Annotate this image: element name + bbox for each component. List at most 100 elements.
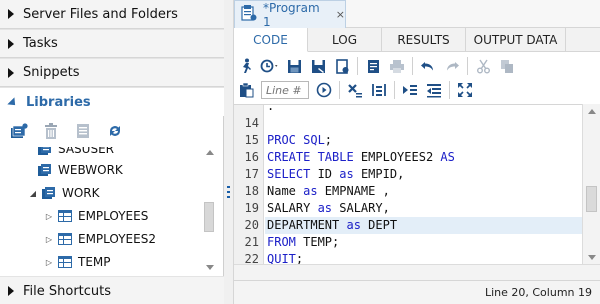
cursor-position: Line 20, Column 19 bbox=[484, 286, 592, 299]
line-number: 16 bbox=[244, 150, 259, 164]
code-line[interactable]: SALARY as SALARY, bbox=[265, 200, 582, 217]
tasks-section-header[interactable]: Tasks bbox=[0, 29, 224, 58]
paste-icon[interactable] bbox=[234, 79, 258, 101]
line-number bbox=[234, 105, 263, 115]
save-as-icon[interactable] bbox=[306, 55, 330, 77]
code-line[interactable]: SELECT ID as EMPID, bbox=[265, 166, 582, 183]
file-shortcuts-label: File Shortcuts bbox=[23, 283, 112, 299]
tab-output-data[interactable]: OUTPUT DATA bbox=[466, 28, 566, 52]
expand-arrow-icon[interactable]: ▷ bbox=[44, 258, 54, 267]
toolbar-separator bbox=[449, 81, 450, 99]
print-icon[interactable] bbox=[385, 55, 409, 77]
expand-arrow-icon bbox=[8, 38, 14, 49]
delete-trash-icon[interactable] bbox=[42, 122, 60, 140]
clear-code-icon[interactable] bbox=[343, 79, 367, 101]
run-icon[interactable] bbox=[234, 55, 258, 77]
outdent-icon[interactable] bbox=[422, 79, 446, 101]
collapse-arrow-icon bbox=[7, 97, 19, 109]
toolbar-separator bbox=[357, 57, 358, 75]
scroll-thumb[interactable] bbox=[204, 202, 214, 232]
snippets-section-header[interactable]: Snippets bbox=[0, 58, 224, 87]
tree-node-label: TEMP bbox=[78, 255, 111, 269]
tree-node-temp[interactable]: ▷ TEMP bbox=[44, 251, 111, 273]
line-number: 22 bbox=[244, 252, 259, 264]
line-number: 17 bbox=[244, 167, 259, 181]
tab-log[interactable]: LOG bbox=[308, 28, 382, 52]
scroll-down-icon[interactable] bbox=[206, 265, 214, 270]
libraries-toolbar bbox=[10, 120, 124, 142]
email-icon[interactable] bbox=[361, 55, 385, 77]
collapse-arrow-icon[interactable]: ◢ bbox=[28, 189, 38, 198]
code-line[interactable]: . bbox=[265, 105, 582, 115]
maximize-icon[interactable] bbox=[453, 79, 477, 101]
library-icon bbox=[38, 147, 52, 156]
copy-icon[interactable] bbox=[495, 55, 519, 77]
expand-arrow-icon[interactable]: ▷ bbox=[44, 235, 54, 244]
cut-icon[interactable] bbox=[471, 55, 495, 77]
editor-toolbar-row-2 bbox=[234, 78, 600, 102]
tree-node-label: WORK bbox=[62, 186, 100, 200]
tab-strip bbox=[346, 0, 600, 28]
tab-results[interactable]: RESULTS bbox=[382, 28, 466, 52]
line-number: 19 bbox=[244, 201, 259, 215]
format-code-icon[interactable] bbox=[367, 79, 391, 101]
scroll-thumb[interactable] bbox=[586, 186, 597, 212]
libraries-label: Libraries bbox=[26, 94, 91, 110]
toolbar-separator bbox=[412, 57, 413, 75]
save-icon[interactable] bbox=[282, 55, 306, 77]
tab-code[interactable]: CODE bbox=[234, 28, 308, 52]
go-to-line-icon[interactable] bbox=[312, 79, 336, 101]
line-number-gutter: 14 15 16 17 18 19 20 21 22 bbox=[234, 105, 264, 264]
snippets-label: Snippets bbox=[23, 65, 80, 80]
tab-title: *Program 1 bbox=[263, 0, 320, 29]
code-line[interactable]: PROC SQL; bbox=[265, 132, 582, 149]
line-number: 18 bbox=[244, 184, 259, 198]
tree-node-webwork[interactable]: WEBWORK bbox=[38, 159, 123, 181]
redo-icon[interactable] bbox=[440, 55, 464, 77]
tree-node-employees2[interactable]: ▷ EMPLOYEES2 bbox=[44, 228, 156, 250]
indent-icon[interactable] bbox=[398, 79, 422, 101]
tab-program-1[interactable]: *Program 1 × bbox=[234, 0, 346, 29]
tree-node-work[interactable]: ◢ WORK bbox=[28, 182, 100, 204]
code-line[interactable]: CREATE TABLE EMPLOYEES2 AS bbox=[265, 149, 582, 166]
expand-arrow-icon bbox=[8, 67, 14, 78]
undo-icon[interactable] bbox=[416, 55, 440, 77]
navigation-pane: Server Files and Folders Tasks Snippets … bbox=[0, 0, 224, 304]
server-files-section-header[interactable]: Server Files and Folders bbox=[0, 0, 224, 29]
code-vertical-scrollbar[interactable] bbox=[582, 104, 600, 264]
code-line[interactable]: FROM TEMP; bbox=[265, 234, 582, 251]
code-line[interactable]: Name as EMPNAME , bbox=[265, 183, 582, 200]
refresh-icon[interactable] bbox=[106, 122, 124, 140]
toolbar-separator bbox=[339, 81, 340, 99]
expand-arrow-icon bbox=[8, 9, 14, 19]
line-number: 14 bbox=[244, 116, 259, 130]
status-bar: Line 20, Column 19 bbox=[234, 280, 600, 304]
line-number: 20 bbox=[244, 218, 259, 232]
tree-node-employees[interactable]: ▷ EMPLOYEES bbox=[44, 205, 148, 227]
scroll-up-icon[interactable] bbox=[206, 150, 214, 155]
server-files-label: Server Files and Folders bbox=[23, 6, 178, 22]
expand-arrow-icon bbox=[8, 286, 14, 296]
download-icon[interactable] bbox=[330, 55, 354, 77]
expand-arrow-icon[interactable]: ▷ bbox=[44, 212, 54, 221]
libraries-section-header[interactable]: Libraries bbox=[0, 87, 224, 116]
file-shortcuts-section-header[interactable]: File Shortcuts bbox=[0, 276, 224, 304]
code-editor[interactable]: 14 15 16 17 18 19 20 21 22 . PROC SQL; CREATE TABL… bbox=[234, 104, 582, 264]
program-editor: *Program 1 × CODE LOG RESULTS OUTPUT DAT… bbox=[234, 0, 600, 304]
new-library-icon[interactable] bbox=[10, 122, 28, 140]
tree-node-label: SASUSER bbox=[58, 147, 114, 156]
history-icon[interactable] bbox=[258, 55, 282, 77]
line-number: 15 bbox=[244, 133, 259, 147]
code-line[interactable]: QUIT; bbox=[265, 251, 582, 264]
splitter-grip-icon[interactable] bbox=[227, 186, 230, 200]
code-line[interactable]: DEPARTMENT as DEPT bbox=[265, 217, 582, 234]
code-line[interactable] bbox=[265, 115, 582, 132]
close-icon[interactable]: × bbox=[336, 8, 345, 21]
scroll-up-icon[interactable] bbox=[588, 109, 596, 114]
tree-scrollbar[interactable] bbox=[203, 150, 217, 272]
pane-splitter[interactable] bbox=[224, 0, 234, 304]
table-properties-icon[interactable] bbox=[74, 122, 92, 140]
go-to-line-input[interactable] bbox=[261, 81, 309, 99]
scroll-down-icon[interactable] bbox=[588, 255, 596, 260]
code-horizontal-scrollbar[interactable] bbox=[234, 264, 600, 280]
